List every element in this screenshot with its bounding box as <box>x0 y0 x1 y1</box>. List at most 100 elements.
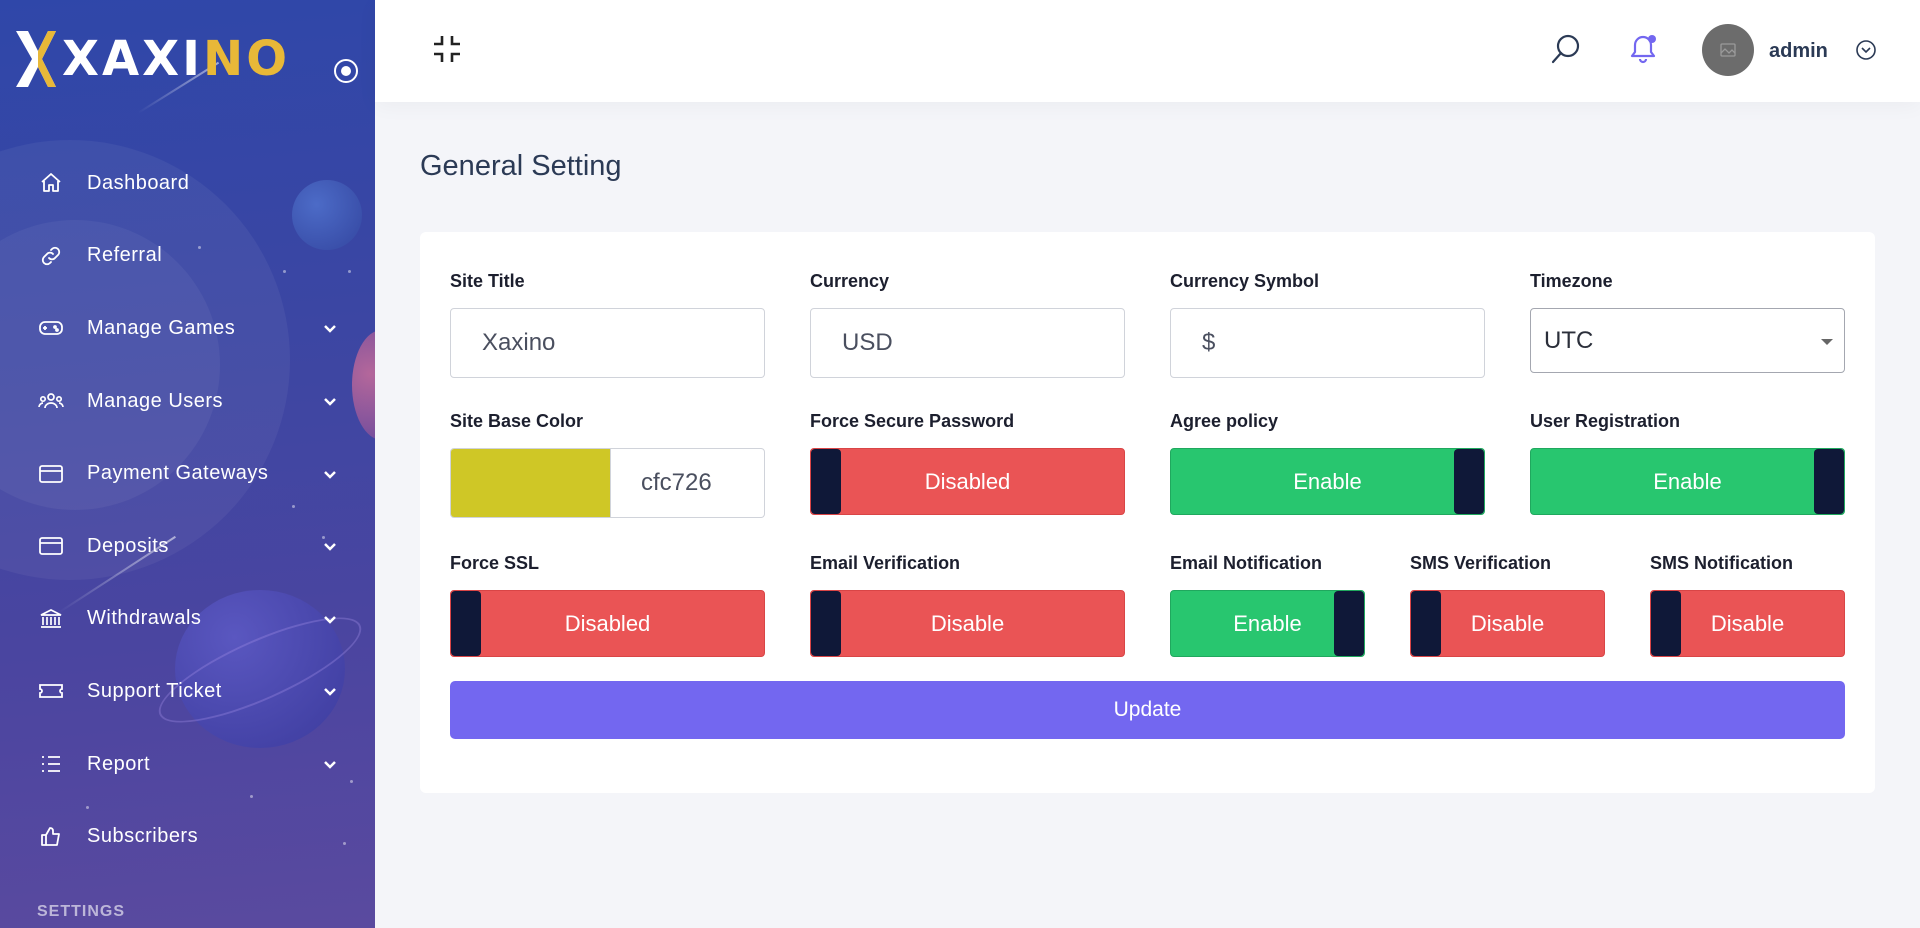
sidebar-item-manage-games[interactable]: Manage Games <box>0 292 375 365</box>
sidebar-item-manage-users[interactable]: Manage Users <box>0 365 375 438</box>
agree-policy-toggle[interactable]: Enable <box>1170 448 1485 515</box>
sidebar-item-report[interactable]: Report <box>0 728 375 801</box>
site-base-color-input[interactable]: cfc726 <box>610 449 764 517</box>
chevron-down-icon <box>324 688 336 697</box>
sidebar-item-label: Support Ticket <box>87 679 222 702</box>
sms-notification-label: SMS Notification <box>1650 553 1793 573</box>
sidebar-item-label: Deposits <box>87 534 169 557</box>
brand-name-accent: NO <box>203 31 291 87</box>
avatar[interactable] <box>1702 24 1754 76</box>
toggle-knob <box>1454 449 1484 514</box>
chevron-down-icon <box>324 543 336 552</box>
timezone-selected-value: UTC <box>1544 326 1594 354</box>
chevron-down-icon <box>324 398 336 406</box>
search-icon[interactable] <box>1550 33 1582 67</box>
sidebar-item-dashboard[interactable]: Dashboard <box>0 147 375 220</box>
users-icon <box>38 388 64 414</box>
chevron-down-icon <box>324 325 336 334</box>
sidebar-item-subscribers[interactable]: Subscribers <box>0 800 375 873</box>
sidebar: XAXINO Dashboard Referral Manage Games M… <box>0 0 375 928</box>
toggle-knob <box>1651 591 1681 656</box>
currency-symbol-label: Currency Symbol <box>1170 271 1320 291</box>
timezone-label: Timezone <box>1530 271 1613 291</box>
list-icon <box>38 751 64 777</box>
user-registration-toggle[interactable]: Enable <box>1530 448 1845 515</box>
sidebar-item-referral[interactable]: Referral <box>0 220 375 293</box>
site-title-label: Site Title <box>450 271 525 291</box>
agree-policy-label: Agree policy <box>1170 411 1279 431</box>
fullscreen-exit-icon[interactable] <box>431 33 463 65</box>
sidebar-item-label: Manage Games <box>87 316 236 339</box>
toggle-state-text: Disable <box>930 610 1005 636</box>
timezone-select[interactable]: UTC <box>1530 308 1845 373</box>
logo-mark-icon <box>16 31 56 87</box>
toggle-knob <box>811 449 841 514</box>
radio-dot-icon <box>341 66 351 76</box>
sidebar-item-label: Referral <box>87 244 163 267</box>
sidebar-item-payment-gateways[interactable]: Payment Gateways <box>0 437 375 510</box>
credit-card-icon <box>38 533 64 559</box>
toggle-state-text: Enable <box>1293 468 1362 494</box>
credit-card-icon <box>38 461 64 487</box>
color-picker-swatch[interactable] <box>451 449 610 517</box>
user-registration-label: User Registration <box>1530 411 1681 431</box>
toggle-knob <box>1334 591 1364 656</box>
email-notification-toggle[interactable]: Enable <box>1170 590 1365 657</box>
sidebar-collapse-button[interactable] <box>334 59 358 83</box>
email-verification-toggle[interactable]: Disable <box>810 590 1125 657</box>
site-title-input[interactable] <box>450 308 765 378</box>
gamepad-icon <box>38 315 64 341</box>
link-icon <box>38 243 64 269</box>
bank-icon <box>38 606 64 632</box>
sidebar-item-label: Dashboard <box>87 171 190 194</box>
image-placeholder-icon <box>1720 43 1736 57</box>
toggle-knob <box>451 591 481 656</box>
toggle-state-text: Disable <box>1470 610 1545 636</box>
sms-verification-label: SMS Verification <box>1410 553 1552 573</box>
sidebar-section-label: SETTINGS <box>37 903 126 920</box>
sidebar-menu: Dashboard Referral Manage Games Manage U… <box>0 147 375 873</box>
username[interactable]: admin <box>1769 40 1828 63</box>
sidebar-item-label: Report <box>87 752 151 775</box>
page-title: General Setting <box>420 150 622 182</box>
caret-down-icon <box>1821 339 1833 345</box>
toggle-knob <box>811 591 841 656</box>
chevron-down-icon <box>324 470 336 479</box>
ticket-icon <box>38 678 64 704</box>
sidebar-item-label: Subscribers <box>87 825 199 848</box>
thumbs-up-icon <box>38 824 64 850</box>
sidebar-item-label: Payment Gateways <box>87 462 269 485</box>
toggle-state-text: Disabled <box>564 610 651 636</box>
chevron-down-circle-icon[interactable] <box>1855 39 1877 61</box>
force-ssl-toggle[interactable]: Disabled <box>450 590 765 657</box>
force-secure-password-toggle[interactable]: Disabled <box>810 448 1125 515</box>
site-base-color-field: cfc726 <box>450 448 765 518</box>
notification-bell-icon[interactable] <box>1629 32 1659 66</box>
toggle-state-text: Disabled <box>924 468 1011 494</box>
sms-notification-toggle[interactable]: Disable <box>1650 590 1845 657</box>
currency-input[interactable] <box>810 308 1125 378</box>
brand-name: XAXINO <box>62 35 290 83</box>
brand-logo[interactable]: XAXINO <box>14 26 290 92</box>
home-icon <box>38 170 64 196</box>
toggle-knob <box>1411 591 1441 656</box>
sidebar-item-label: Withdrawals <box>87 607 202 630</box>
sidebar-item-support-ticket[interactable]: Support Ticket <box>0 655 375 728</box>
sidebar-item-label: Manage Users <box>87 389 224 412</box>
site-base-color-label: Site Base Color <box>450 411 584 431</box>
currency-symbol-input[interactable] <box>1170 308 1485 378</box>
toggle-state-text: Enable <box>1653 468 1722 494</box>
toggle-knob <box>1814 449 1844 514</box>
update-button[interactable]: Update <box>450 681 1845 739</box>
sidebar-item-deposits[interactable]: Deposits <box>0 510 375 583</box>
force-ssl-label: Force SSL <box>450 553 540 573</box>
brand-name-main: XAXI <box>62 31 204 87</box>
chevron-down-icon <box>324 761 336 769</box>
top-header: admin <box>375 0 1920 102</box>
currency-label: Currency <box>810 271 890 291</box>
sidebar-item-withdrawals[interactable]: Withdrawals <box>0 583 375 656</box>
toggle-state-text: Enable <box>1233 610 1302 636</box>
email-verification-label: Email Verification <box>810 553 961 573</box>
chevron-down-icon <box>324 615 336 624</box>
sms-verification-toggle[interactable]: Disable <box>1410 590 1605 657</box>
